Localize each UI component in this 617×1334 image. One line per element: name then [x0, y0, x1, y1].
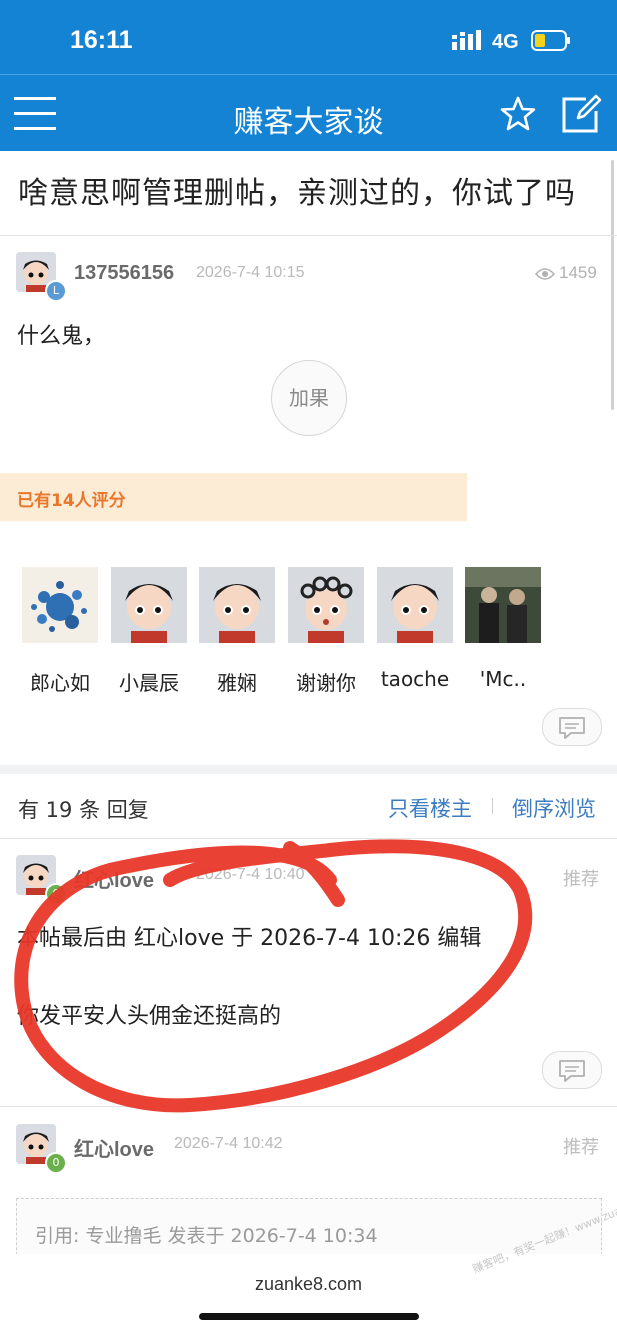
divider	[0, 1106, 617, 1107]
rater-avatar	[111, 567, 187, 643]
status-time: 16:11	[70, 26, 133, 54]
view-count: 1459	[534, 263, 597, 283]
scrollbar[interactable]	[611, 160, 614, 410]
cartoon-avatar-icon	[111, 567, 187, 643]
rater-avatar	[377, 567, 453, 643]
favorite-star-icon[interactable]	[499, 95, 537, 133]
cartoon-avatar-icon	[377, 567, 453, 643]
recommend-link[interactable]: 推荐	[563, 865, 599, 891]
reply-date: 2026-7-4 10:40	[196, 866, 305, 883]
comment-button[interactable]	[542, 1051, 602, 1089]
status-bar: 16:11 4G	[0, 0, 617, 74]
site-url[interactable]: zuanke8.com	[0, 1274, 617, 1295]
thread-title: 啥意思啊管理删帖，亲测过的，你试了吗	[18, 176, 576, 211]
navigation-bar: 赚客大家谈	[0, 74, 617, 151]
rater-avatar	[288, 567, 364, 643]
rater-name: 'Mc..	[479, 667, 527, 691]
post-content: 什么鬼，	[17, 324, 106, 349]
post-date: 2026-7-4 10:15	[196, 264, 305, 281]
only-op-link[interactable]: 只看楼主	[388, 793, 472, 823]
author-name[interactable]: 137556156	[74, 262, 174, 285]
home-indicator[interactable]	[199, 1313, 419, 1320]
add-rating-button[interactable]: 加果	[271, 360, 347, 436]
comment-button[interactable]	[542, 708, 602, 746]
comment-icon	[559, 717, 585, 739]
rater-avatar	[465, 567, 541, 643]
reply-count: 有 19 条 回复	[18, 798, 149, 822]
divider	[0, 838, 617, 839]
network-type: 4G	[492, 31, 519, 53]
reverse-order-link[interactable]: 倒序浏览	[512, 793, 596, 823]
cellular-signal-icon	[452, 30, 481, 50]
cartoon-avatar-icon	[199, 567, 275, 643]
reply-date: 2026-7-4 10:42	[174, 1135, 283, 1152]
rater-item[interactable]: 郎心如	[22, 567, 98, 695]
rating-summary-bar[interactable]: 已有14人评分	[0, 473, 467, 521]
compose-icon[interactable]	[560, 93, 602, 135]
curly-cartoon-avatar-icon	[288, 567, 364, 643]
comment-icon	[559, 1060, 585, 1082]
quote-text: 引用: 专业撸毛 发表于 2026-7-4 10:34	[35, 1225, 378, 1247]
user-level-badge: L	[45, 280, 67, 302]
rater-item[interactable]: 谢谢你	[288, 567, 364, 695]
reply-author[interactable]: 红心love	[74, 1133, 154, 1162]
ink-splash-avatar-icon	[22, 567, 98, 643]
recommend-link[interactable]: 推荐	[563, 1133, 599, 1159]
rater-item[interactable]: 雅娴	[199, 567, 275, 695]
rater-item[interactable]: taoche	[377, 567, 453, 691]
view-count-value: 1459	[559, 263, 597, 282]
rater-item[interactable]: 小晨辰	[111, 567, 187, 695]
section-divider	[0, 765, 617, 774]
rating-summary-text: 已有14人评分	[17, 491, 126, 511]
rater-avatar	[199, 567, 275, 643]
eye-icon	[534, 268, 556, 280]
battery-icon	[531, 30, 570, 51]
reply-content: 你发平安人头佣金还挺高的	[17, 1004, 282, 1029]
photo-avatar-icon	[465, 567, 541, 643]
footer: zuanke8.com	[0, 1254, 617, 1334]
rater-avatar	[22, 567, 98, 643]
user-level-badge: 0	[45, 1152, 67, 1174]
user-level-badge: 0	[45, 883, 67, 905]
link-divider	[492, 798, 493, 814]
rater-item[interactable]: 'Mc..	[465, 567, 541, 691]
divider	[0, 235, 617, 236]
edit-note: 本帖最后由 红心love 于 2026-7-4 10:26 编辑	[17, 926, 482, 951]
reply-author[interactable]: 红心love	[74, 864, 154, 893]
